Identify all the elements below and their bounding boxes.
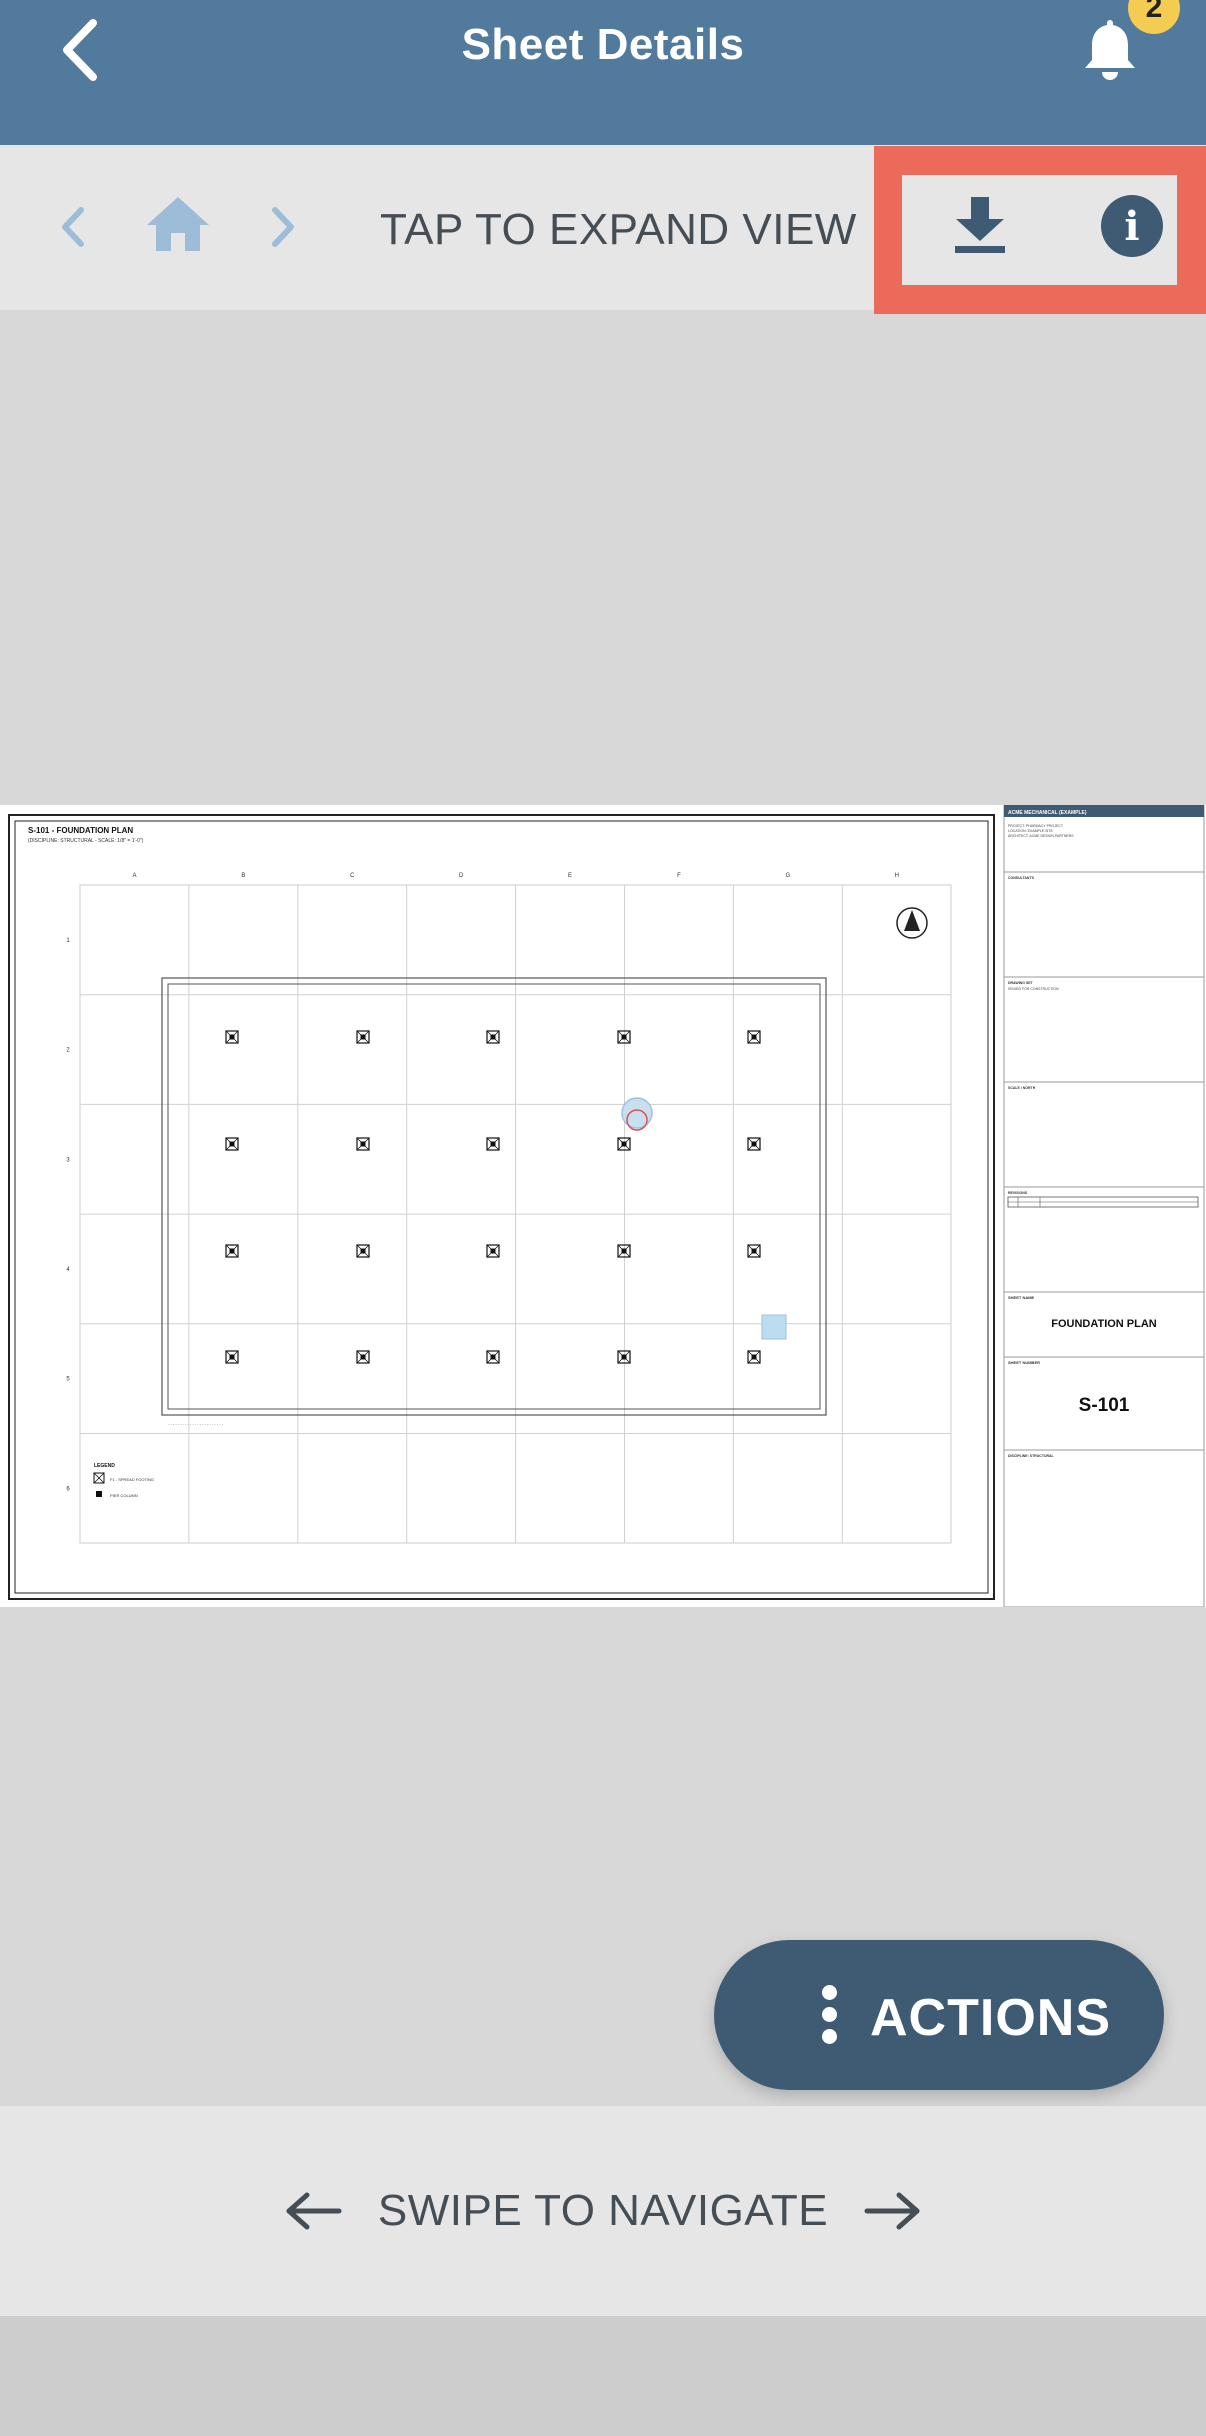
- svg-text:ARCHITECT: ACME DESIGN PARTNER: ARCHITECT: ACME DESIGN PARTNERS: [1008, 834, 1074, 838]
- home-indicator-area: [0, 2316, 1206, 2436]
- grid-column-label: H: [895, 873, 899, 879]
- markup-pin: [621, 1097, 653, 1129]
- home-button[interactable]: [145, 195, 211, 253]
- svg-text:DRAWING SET: DRAWING SET: [1008, 981, 1034, 985]
- legend-item-footing: F1 - SPREAD FOOTING: [110, 1477, 154, 1482]
- svg-text:PROJECT: PHARMACY PROJECT: PROJECT: PHARMACY PROJECT: [1008, 824, 1064, 828]
- sheet-drawing[interactable]: S-101 - FOUNDATION PLAN (DISCIPLINE: STR…: [0, 805, 1206, 1607]
- svg-text:- - - - - - - - - - - - - - -: - - - - - - - - - - - - - - - - - - - - …: [168, 1421, 224, 1426]
- title-block-sheet-number: S-101: [1079, 1395, 1130, 1416]
- more-vertical-icon: [822, 1985, 842, 2045]
- swipe-navigation-bar[interactable]: SWIPE TO NAVIGATE: [0, 2106, 1206, 2316]
- svg-text:LOCATION: EXAMPLE SITE: LOCATION: EXAMPLE SITE: [1008, 829, 1054, 833]
- bell-icon: [1085, 20, 1135, 80]
- grid-column-label: A: [132, 873, 136, 879]
- title-block-company: ACME MECHANICAL (EXAMPLE): [1008, 810, 1087, 816]
- info-button[interactable]: i: [1101, 195, 1163, 257]
- svg-text:ISSUED FOR CONSTRUCTION: ISSUED FOR CONSTRUCTION: [1008, 987, 1059, 991]
- app-header: Sheet Details 2: [0, 0, 1206, 145]
- home-icon: [147, 197, 209, 251]
- grid-column-label: E: [568, 873, 572, 879]
- grid-column-label: C: [350, 873, 355, 879]
- svg-text:SCALE / NORTH: SCALE / NORTH: [1008, 1086, 1036, 1090]
- sheet-title: S-101 - FOUNDATION PLAN: [28, 826, 133, 835]
- grid-column-label: F: [677, 873, 681, 879]
- download-icon: [955, 197, 1005, 253]
- actions-label: ACTIONS: [870, 1989, 1111, 2047]
- svg-text:DISCIPLINE: STRUCTURAL: DISCIPLINE: STRUCTURAL: [1008, 1454, 1055, 1458]
- download-button[interactable]: [950, 193, 1010, 255]
- notifications-button[interactable]: [1080, 14, 1140, 84]
- sheet-subtitle: (DISCIPLINE: STRUCTURAL - SCALE: 1/8" = …: [28, 838, 144, 844]
- svg-text:SHEET NUMBER: SHEET NUMBER: [1008, 1360, 1040, 1365]
- grid-column-label: D: [459, 873, 464, 879]
- svg-text:CONSULTANTS: CONSULTANTS: [1008, 876, 1035, 880]
- page-title: Sheet Details: [461, 20, 745, 69]
- grid-column-label: G: [786, 873, 791, 879]
- swipe-label: SWIPE TO NAVIGATE: [377, 2186, 829, 2235]
- legend-item-pier: PIER COLUMN: [110, 1493, 138, 1498]
- arrow-left-icon: [286, 2192, 342, 2230]
- info-icon: i: [1124, 202, 1140, 250]
- chevron-left-icon: [62, 207, 84, 247]
- title-block-sheet-name: FOUNDATION PLAN: [1051, 1318, 1157, 1330]
- markup-square: [761, 1314, 787, 1340]
- chevron-right-icon: [272, 207, 294, 247]
- legend-title: LEGEND: [94, 1463, 115, 1469]
- expand-view-button[interactable]: TAP TO EXPAND VIEW: [380, 205, 857, 255]
- arrow-right-icon: [864, 2192, 920, 2230]
- sheet-viewer[interactable]: S-101 - FOUNDATION PLAN (DISCIPLINE: STR…: [0, 805, 1206, 1607]
- next-sheet-button[interactable]: [265, 202, 301, 252]
- actions-button[interactable]: ACTIONS: [714, 1940, 1164, 2090]
- svg-text:SHEET NAME: SHEET NAME: [1008, 1295, 1035, 1300]
- grid-column-label: B: [241, 873, 245, 879]
- previous-sheet-button[interactable]: [55, 202, 91, 252]
- svg-text:REVISIONS: REVISIONS: [1008, 1191, 1028, 1195]
